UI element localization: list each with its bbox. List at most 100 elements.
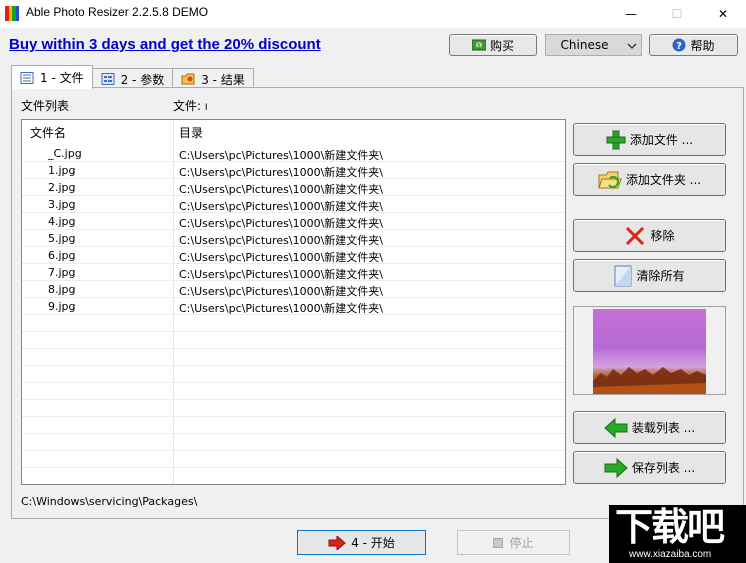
language-value: Chinese — [560, 38, 609, 52]
add-files-label: 添加文件 ... — [629, 133, 694, 147]
save-list-label: 保存列表 ... — [631, 461, 696, 475]
stop-icon — [493, 537, 504, 548]
table-row[interactable]: 8.jpg C:\Users\pc\Pictures\1000\新建文件夹\ — [22, 281, 565, 298]
column-header-filename[interactable]: 文件名 — [30, 124, 66, 141]
row-directory: C:\Users\pc\Pictures\1000\新建文件夹\ — [179, 200, 384, 213]
table-row[interactable]: 7.jpg C:\Users\pc\Pictures\1000\新建文件夹\ — [22, 264, 565, 281]
empty-row — [22, 315, 565, 332]
file-list-table[interactable]: 文件名 目录 _C.jpg C:\Users\pc\Pictures\1000\新… — [21, 119, 566, 485]
start-button[interactable]: 4 - 开始 — [297, 530, 426, 555]
watermark-logo: 下载吧 www.xiazaiba.com — [609, 505, 746, 563]
svg-text:$: $ — [477, 43, 481, 50]
file-count-caption: 文件: — [173, 99, 202, 113]
column-header-directory[interactable]: 目录 — [179, 124, 203, 141]
file-count-value: I — [204, 103, 208, 113]
remove-label: 移除 — [650, 229, 675, 243]
remove-x-icon — [624, 226, 646, 246]
tab-params[interactable]: 2 - 参数 — [91, 68, 174, 89]
row-directory: C:\Users\pc\Pictures\1000\新建文件夹\ — [179, 251, 384, 264]
arrow-left-icon — [604, 417, 628, 438]
image-preview — [573, 306, 726, 395]
table-row[interactable]: 3.jpg C:\Users\pc\Pictures\1000\新建文件夹\ — [22, 196, 565, 213]
table-row[interactable]: 2.jpg C:\Users\pc\Pictures\1000\新建文件夹\ — [22, 179, 565, 196]
row-directory: C:\Users\pc\Pictures\1000\新建文件夹\ — [179, 285, 384, 298]
settings-sheet-icon — [101, 73, 115, 85]
preview-image — [593, 309, 706, 394]
empty-row — [22, 349, 565, 366]
empty-row — [22, 451, 565, 468]
row-directory: C:\Users\pc\Pictures\1000\新建文件夹\ — [179, 149, 384, 162]
file-list-label: 文件列表 — [21, 99, 70, 113]
maximize-button[interactable]: ☐ — [654, 0, 700, 28]
result-folder-icon — [181, 73, 195, 85]
play-arrow-icon — [328, 535, 346, 550]
minimize-button[interactable]: — — [608, 0, 654, 28]
svg-text:?: ? — [677, 41, 683, 52]
empty-row — [22, 434, 565, 451]
add-folder-label: 添加文件夹 ... — [625, 173, 702, 187]
file-list-header: 文件名 目录 — [22, 120, 565, 142]
plus-icon — [606, 130, 626, 150]
stop-button[interactable]: 停止 — [457, 530, 570, 555]
add-files-button[interactable]: 添加文件 ... — [573, 123, 726, 156]
clear-all-label: 清除所有 — [636, 269, 685, 283]
table-row[interactable]: 9.jpg C:\Users\pc\Pictures\1000\新建文件夹\ — [22, 298, 565, 315]
table-row[interactable]: 5.jpg C:\Users\pc\Pictures\1000\新建文件夹\ — [22, 230, 565, 247]
status-path: C:\Windows\servicing\Packages\ — [21, 495, 198, 508]
row-filename: 6.jpg — [48, 249, 76, 262]
row-filename: 2.jpg — [48, 181, 76, 194]
tab-files-label: 1 - 文件 — [40, 71, 84, 85]
row-filename: 3.jpg — [48, 198, 76, 211]
tab-results[interactable]: 3 - 结果 — [172, 68, 254, 89]
save-list-button[interactable]: 保存列表 ... — [573, 451, 726, 484]
row-filename: 4.jpg — [48, 215, 76, 228]
arrow-right-icon — [604, 457, 628, 478]
folder-add-icon — [598, 170, 622, 190]
help-label: 帮助 — [690, 38, 715, 53]
close-button[interactable]: ✕ — [700, 0, 746, 28]
tab-results-label: 3 - 结果 — [201, 72, 245, 87]
table-row[interactable]: 6.jpg C:\Users\pc\Pictures\1000\新建文件夹\ — [22, 247, 565, 264]
language-select[interactable]: Chinese — [545, 34, 642, 56]
stop-label: 停止 — [509, 536, 534, 550]
promo-link[interactable]: Buy within 3 days and get the 20% discou… — [9, 36, 321, 53]
buy-label: 购买 — [489, 38, 514, 53]
row-directory: C:\Users\pc\Pictures\1000\新建文件夹\ — [179, 234, 384, 247]
table-row[interactable]: 1.jpg C:\Users\pc\Pictures\1000\新建文件夹\ — [22, 162, 565, 179]
file-count-label: 文件: I — [173, 97, 208, 114]
empty-row — [22, 332, 565, 349]
empty-row — [22, 400, 565, 417]
load-list-label: 装载列表 ... — [631, 421, 696, 435]
clear-all-button[interactable]: 清除所有 — [573, 259, 726, 292]
remove-button[interactable]: 移除 — [573, 219, 726, 252]
tab-files[interactable]: 1 - 文件 — [11, 65, 93, 89]
row-directory: C:\Users\pc\Pictures\1000\新建文件夹\ — [179, 302, 384, 315]
row-filename: _C.jpg — [48, 147, 82, 160]
empty-row — [22, 383, 565, 400]
empty-row — [22, 366, 565, 383]
row-directory: C:\Users\pc\Pictures\1000\新建文件夹\ — [179, 217, 384, 230]
add-folder-button[interactable]: 添加文件夹 ... — [573, 163, 726, 196]
row-filename: 5.jpg — [48, 232, 76, 245]
buy-button[interactable]: $ 购买 — [449, 34, 537, 56]
tab-params-label: 2 - 参数 — [120, 72, 165, 87]
tab-strip: 1 - 文件 2 - 参数 3 - 结果 — [11, 65, 254, 89]
clear-page-icon — [614, 265, 632, 287]
window-title: Able Photo Resizer 2.2.5.8 DEMO — [26, 5, 209, 19]
cash-icon: $ — [471, 39, 486, 51]
watermark-url: www.xiazaiba.com — [629, 549, 712, 560]
title-bar: Able Photo Resizer 2.2.5.8 DEMO — ☐ ✕ — [0, 0, 746, 28]
file-list-icon — [20, 71, 34, 84]
row-directory: C:\Users\pc\Pictures\1000\新建文件夹\ — [179, 268, 384, 281]
empty-row — [22, 417, 565, 434]
row-filename: 8.jpg — [48, 283, 76, 296]
load-list-button[interactable]: 装载列表 ... — [573, 411, 726, 444]
table-row[interactable]: 4.jpg C:\Users\pc\Pictures\1000\新建文件夹\ — [22, 213, 565, 230]
row-filename: 7.jpg — [48, 266, 76, 279]
help-button[interactable]: ? 帮助 — [649, 34, 738, 56]
table-row[interactable]: _C.jpg C:\Users\pc\Pictures\1000\新建文件夹\ — [22, 145, 565, 162]
row-filename: 9.jpg — [48, 300, 76, 313]
row-directory: C:\Users\pc\Pictures\1000\新建文件夹\ — [179, 183, 384, 196]
row-directory: C:\Users\pc\Pictures\1000\新建文件夹\ — [179, 166, 384, 179]
row-filename: 1.jpg — [48, 164, 76, 177]
